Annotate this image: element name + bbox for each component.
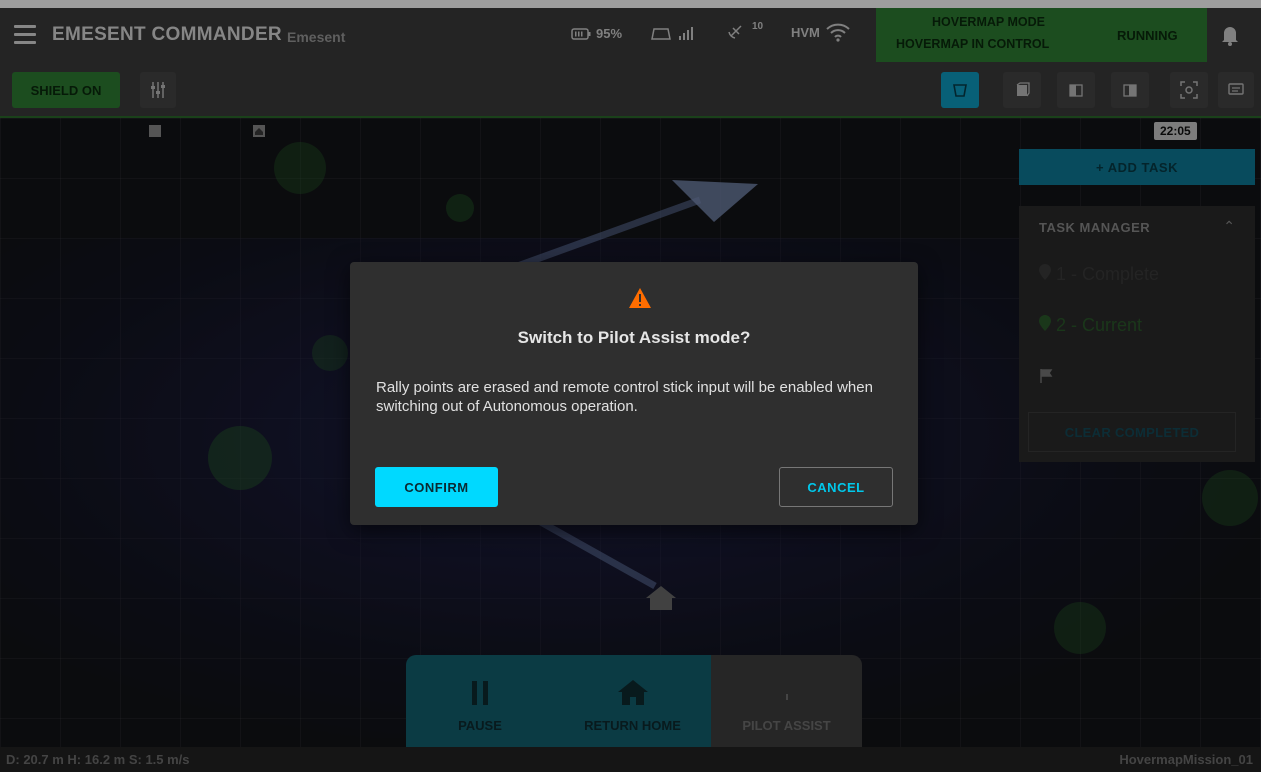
- confirm-button[interactable]: CONFIRM: [375, 467, 498, 507]
- dialog-title: Switch to Pilot Assist mode?: [517, 328, 751, 347]
- confirm-dialog: Switch to Pilot Assist mode? Rally point…: [350, 262, 918, 525]
- cancel-button[interactable]: CANCEL: [779, 467, 893, 507]
- warning-icon: [629, 288, 651, 308]
- dialog-message: Rally points are erased and remote contr…: [376, 379, 873, 415]
